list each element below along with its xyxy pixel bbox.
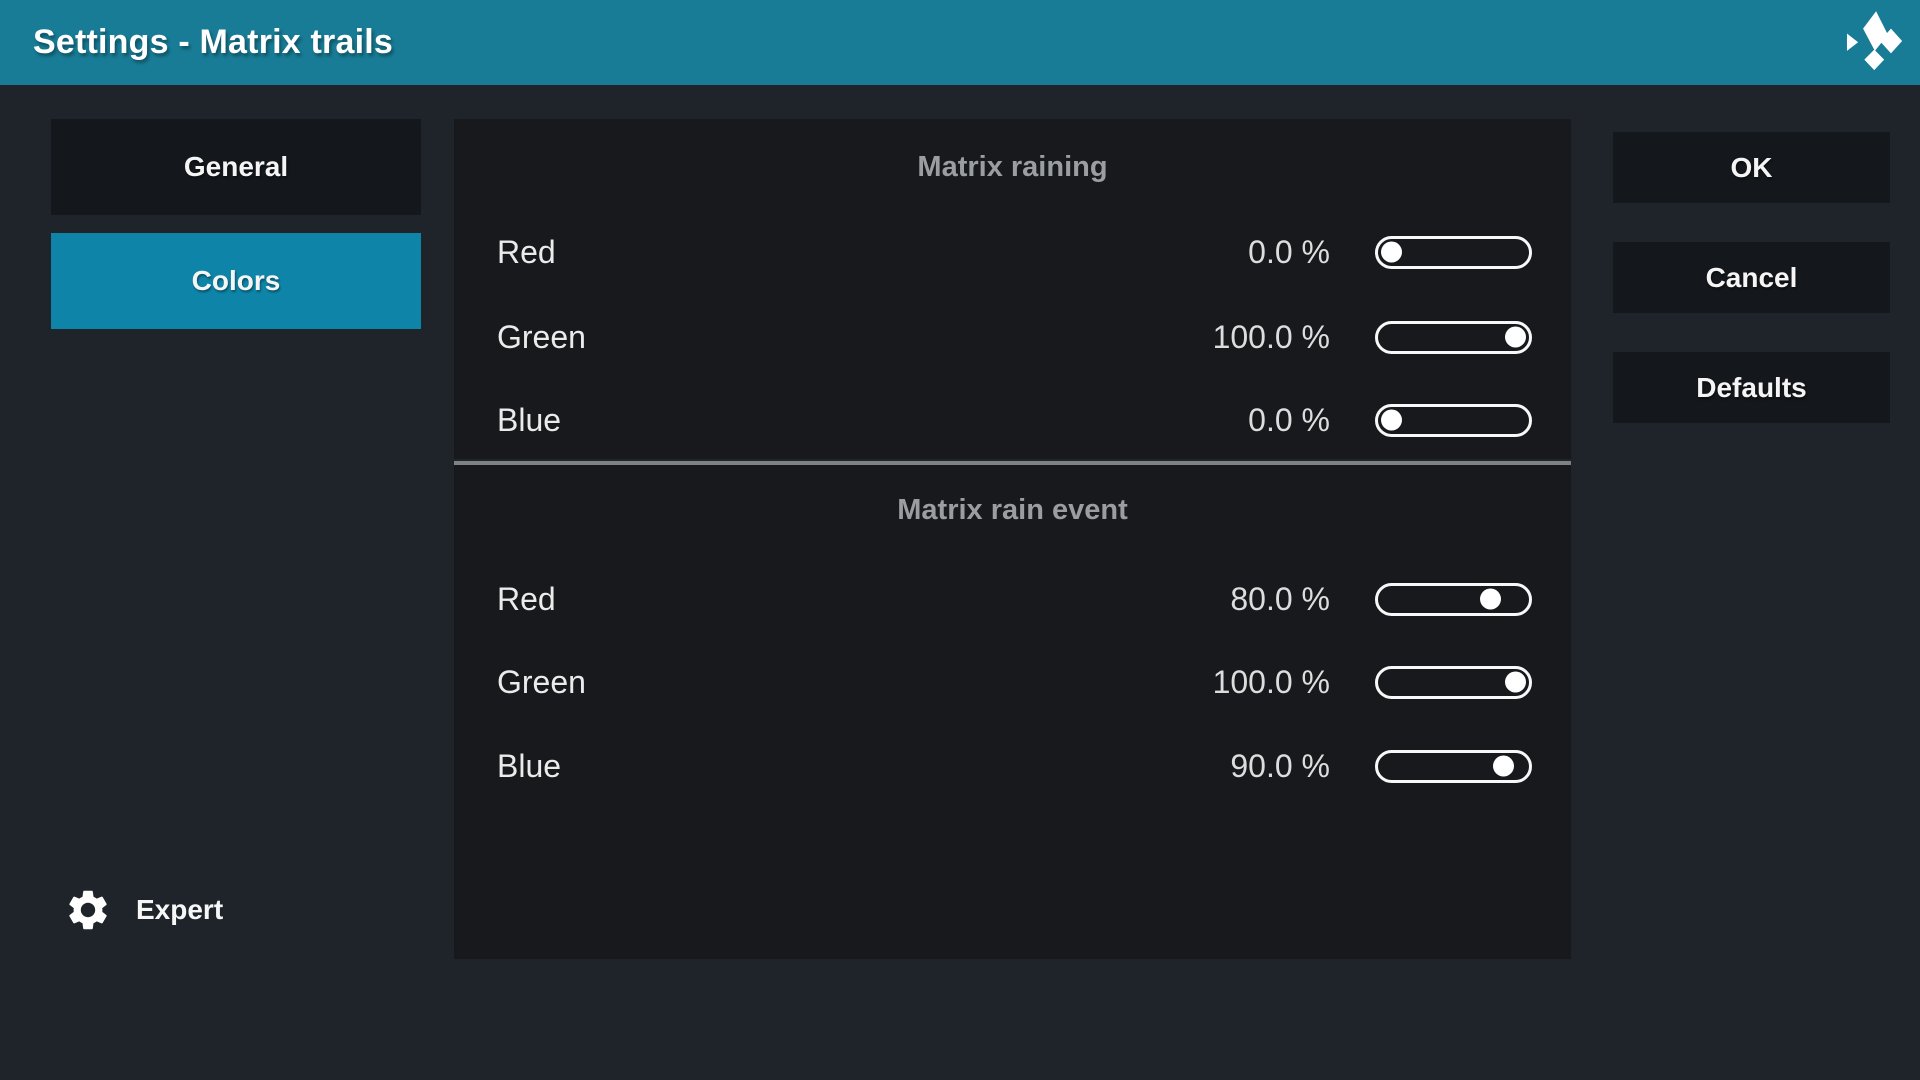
settings-level-label: Expert <box>136 894 223 926</box>
setting-value: 90.0 % <box>1230 748 1330 785</box>
ok-button[interactable]: OK <box>1613 132 1890 203</box>
sidebar-item-label: General <box>184 151 288 183</box>
setting-label: Red <box>497 581 1230 618</box>
blue-slider[interactable] <box>1375 750 1532 783</box>
slider-knob[interactable] <box>1381 410 1402 431</box>
setting-label: Blue <box>497 402 1248 439</box>
section-divider <box>454 459 1571 465</box>
slider-knob[interactable] <box>1493 756 1514 777</box>
setting-label: Green <box>497 319 1213 356</box>
setting-value: 0.0 % <box>1248 402 1330 439</box>
setting-label: Blue <box>497 748 1230 785</box>
green-slider[interactable] <box>1375 666 1532 699</box>
blue-slider[interactable] <box>1375 404 1532 437</box>
slider-knob[interactable] <box>1505 327 1526 348</box>
red-slider[interactable] <box>1375 583 1532 616</box>
slider-knob[interactable] <box>1505 672 1526 693</box>
ok-button-label: OK <box>1731 152 1773 184</box>
cancel-button-label: Cancel <box>1706 262 1798 294</box>
red-slider[interactable] <box>1375 236 1532 269</box>
setting-row-raining-blue: Blue 0.0 % <box>497 385 1532 455</box>
setting-row-raining-green: Green 100.0 % <box>497 302 1532 372</box>
sidebar-item-colors[interactable]: Colors <box>51 233 421 329</box>
slider-knob[interactable] <box>1381 242 1402 263</box>
settings-level-toggle[interactable]: Expert <box>64 882 223 938</box>
green-slider[interactable] <box>1375 321 1532 354</box>
setting-row-event-blue: Blue 90.0 % <box>497 731 1532 801</box>
cancel-button[interactable]: Cancel <box>1613 242 1890 313</box>
section-header-matrix-raining: Matrix raining <box>454 135 1571 199</box>
setting-label: Green <box>497 664 1213 701</box>
setting-value: 100.0 % <box>1213 319 1330 356</box>
setting-row-event-red: Red 80.0 % <box>497 564 1532 634</box>
setting-label: Red <box>497 234 1248 271</box>
setting-value: 80.0 % <box>1230 581 1330 618</box>
setting-value: 0.0 % <box>1248 234 1330 271</box>
setting-row-event-green: Green 100.0 % <box>497 647 1532 717</box>
dialog-titlebar: Settings - Matrix trails <box>0 0 1920 85</box>
sidebar-item-label: Colors <box>192 265 281 297</box>
kodi-logo-icon <box>1842 9 1904 73</box>
slider-knob[interactable] <box>1480 589 1501 610</box>
setting-value: 100.0 % <box>1213 664 1330 701</box>
settings-panel: Matrix raining Red 0.0 % Green 100.0 % B… <box>454 119 1571 959</box>
defaults-button-label: Defaults <box>1696 372 1806 404</box>
page-title: Settings - Matrix trails <box>33 23 393 62</box>
section-header-matrix-rain-event: Matrix rain event <box>454 478 1571 542</box>
defaults-button[interactable]: Defaults <box>1613 352 1890 423</box>
setting-row-raining-red: Red 0.0 % <box>497 217 1532 287</box>
gear-icon <box>64 886 112 934</box>
sidebar-item-general[interactable]: General <box>51 119 421 215</box>
